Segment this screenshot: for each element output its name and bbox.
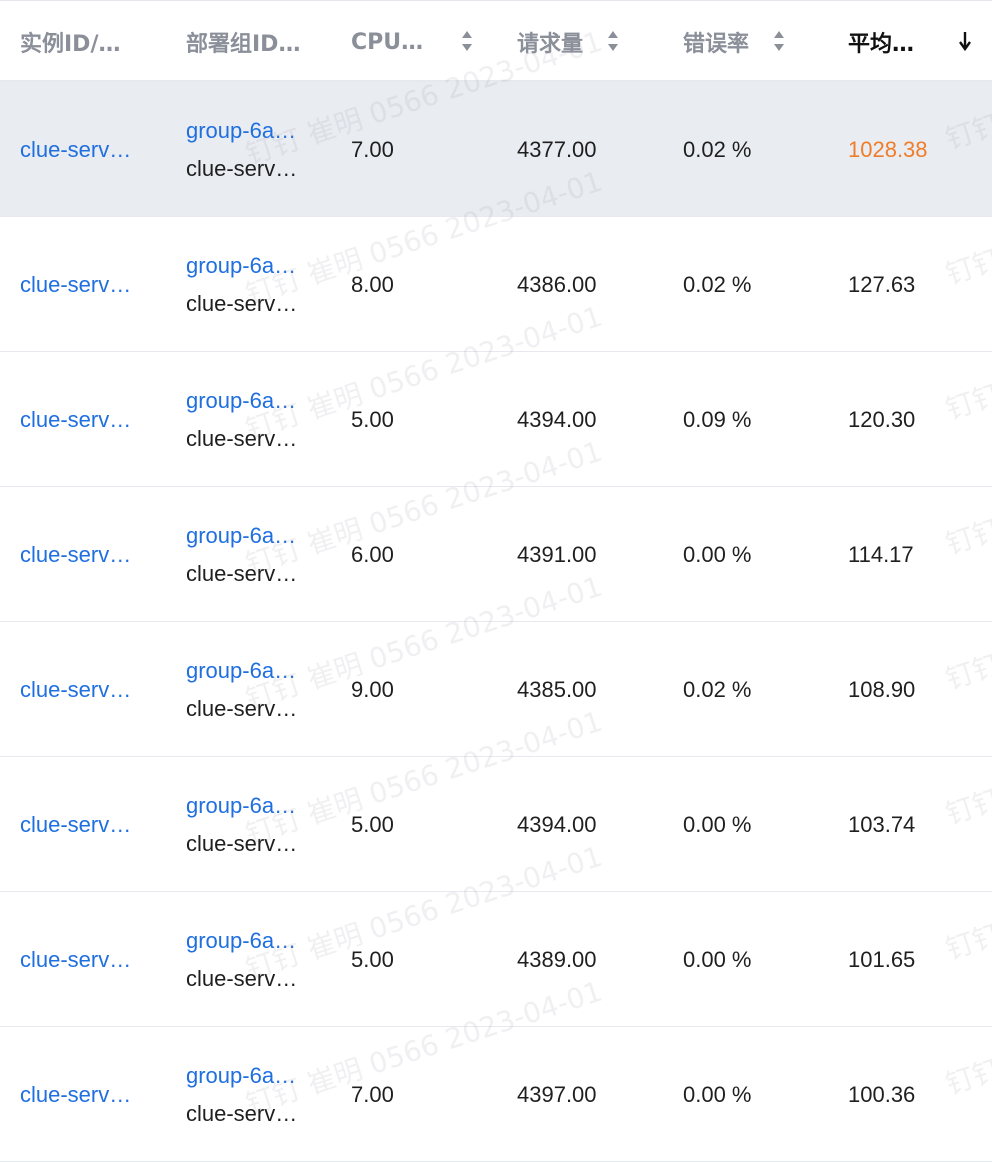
average-value: 103.74 bbox=[848, 812, 916, 837]
column-header-cpu[interactable]: CPU… bbox=[351, 1, 423, 83]
instance-id-link[interactable]: clue-serv… bbox=[20, 542, 144, 568]
average-value: 127.63 bbox=[848, 272, 916, 297]
average-value: 108.90 bbox=[848, 677, 916, 702]
column-header-requests[interactable]: 请求量 bbox=[517, 1, 583, 83]
requests-value: 4397.00 bbox=[517, 1082, 597, 1107]
group-id-link[interactable]: group-6a… bbox=[186, 928, 308, 954]
instance-id-link[interactable]: clue-serv… bbox=[20, 947, 144, 973]
group-id-link[interactable]: group-6a… bbox=[186, 793, 308, 819]
error-rate-value: 0.02 % bbox=[683, 137, 752, 162]
group-id-link[interactable]: group-6a… bbox=[186, 658, 308, 684]
cpu-value: 5.00 bbox=[351, 947, 394, 972]
table-row[interactable]: clue-serv… group-6a… clue-serv… 5.00 4394.00… bbox=[0, 757, 992, 892]
sort-up-down-icon[interactable] bbox=[606, 30, 620, 52]
requests-value: 4386.00 bbox=[517, 272, 597, 297]
arrow-down-icon[interactable] bbox=[958, 30, 972, 52]
cpu-value: 6.00 bbox=[351, 542, 394, 567]
group-id-link[interactable]: group-6a… bbox=[186, 118, 308, 144]
error-rate-value: 0.02 % bbox=[683, 272, 752, 297]
requests-value: 4394.00 bbox=[517, 407, 597, 432]
group-name: clue-serv… bbox=[186, 696, 298, 721]
group-name: clue-serv… bbox=[186, 426, 298, 451]
error-rate-value: 0.00 % bbox=[683, 542, 752, 567]
average-value: 101.65 bbox=[848, 947, 916, 972]
group-id-link[interactable]: group-6a… bbox=[186, 388, 308, 414]
requests-value: 4394.00 bbox=[517, 812, 597, 837]
group-name: clue-serv… bbox=[186, 831, 298, 856]
average-value: 120.30 bbox=[848, 407, 916, 432]
group-id-link[interactable]: group-6a… bbox=[186, 253, 308, 279]
instance-table: 实例ID/… 部署组ID… CPU… 请求量 错误率 平均… clue-serv… bbox=[0, 0, 992, 1162]
sort-up-down-icon[interactable] bbox=[772, 30, 786, 52]
cpu-value: 9.00 bbox=[351, 677, 394, 702]
instance-id-link[interactable]: clue-serv… bbox=[20, 137, 144, 163]
instance-id-link[interactable]: clue-serv… bbox=[20, 272, 144, 298]
cpu-value: 5.00 bbox=[351, 812, 394, 837]
column-header-error-rate[interactable]: 错误率 bbox=[683, 1, 749, 83]
group-name: clue-serv… bbox=[186, 291, 298, 316]
average-value: 100.36 bbox=[848, 1082, 916, 1107]
error-rate-value: 0.00 % bbox=[683, 812, 752, 837]
column-header-instance-id[interactable]: 实例ID/… bbox=[20, 1, 120, 83]
requests-value: 4385.00 bbox=[517, 677, 597, 702]
table-row[interactable]: clue-serv… group-6a… clue-serv… 5.00 4389.00… bbox=[0, 892, 992, 1027]
instance-id-link[interactable]: clue-serv… bbox=[20, 1082, 144, 1108]
table-row[interactable]: clue-serv… group-6a… clue-serv… 8.00 4386.00… bbox=[0, 217, 992, 352]
cpu-value: 5.00 bbox=[351, 407, 394, 432]
column-header-group-id[interactable]: 部署组ID… bbox=[186, 1, 300, 83]
table-row[interactable]: clue-serv… group-6a… clue-serv… 7.00 4397.00… bbox=[0, 1027, 992, 1162]
requests-value: 4391.00 bbox=[517, 542, 597, 567]
table-body: clue-serv… group-6a… clue-serv… 7.00 4377.00… bbox=[0, 82, 992, 1162]
error-rate-value: 0.00 % bbox=[683, 1082, 752, 1107]
error-rate-value: 0.02 % bbox=[683, 677, 752, 702]
requests-value: 4377.00 bbox=[517, 137, 597, 162]
cpu-value: 8.00 bbox=[351, 272, 394, 297]
cpu-value: 7.00 bbox=[351, 1082, 394, 1107]
group-name: clue-serv… bbox=[186, 156, 298, 181]
error-rate-value: 0.00 % bbox=[683, 947, 752, 972]
group-name: clue-serv… bbox=[186, 1101, 298, 1126]
group-id-link[interactable]: group-6a… bbox=[186, 1063, 308, 1089]
table-row[interactable]: clue-serv… group-6a… clue-serv… 9.00 4385.00… bbox=[0, 622, 992, 757]
requests-value: 4389.00 bbox=[517, 947, 597, 972]
table-row[interactable]: clue-serv… group-6a… clue-serv… 5.00 4394.00… bbox=[0, 352, 992, 487]
instance-id-link[interactable]: clue-serv… bbox=[20, 407, 144, 433]
error-rate-value: 0.09 % bbox=[683, 407, 752, 432]
sort-up-down-icon[interactable] bbox=[460, 30, 474, 52]
column-header-average[interactable]: 平均… bbox=[848, 1, 914, 83]
average-value: 1028.38 bbox=[848, 137, 928, 162]
table-row[interactable]: clue-serv… group-6a… clue-serv… 6.00 4391.00… bbox=[0, 487, 992, 622]
table-header: 实例ID/… 部署组ID… CPU… 请求量 错误率 平均… bbox=[0, 0, 992, 82]
average-value: 114.17 bbox=[848, 542, 914, 567]
group-id-link[interactable]: group-6a… bbox=[186, 523, 308, 549]
cpu-value: 7.00 bbox=[351, 137, 394, 162]
instance-id-link[interactable]: clue-serv… bbox=[20, 677, 144, 703]
group-name: clue-serv… bbox=[186, 966, 298, 991]
table-row[interactable]: clue-serv… group-6a… clue-serv… 7.00 4377.00… bbox=[0, 82, 992, 217]
instance-id-link[interactable]: clue-serv… bbox=[20, 812, 144, 838]
group-name: clue-serv… bbox=[186, 561, 298, 586]
